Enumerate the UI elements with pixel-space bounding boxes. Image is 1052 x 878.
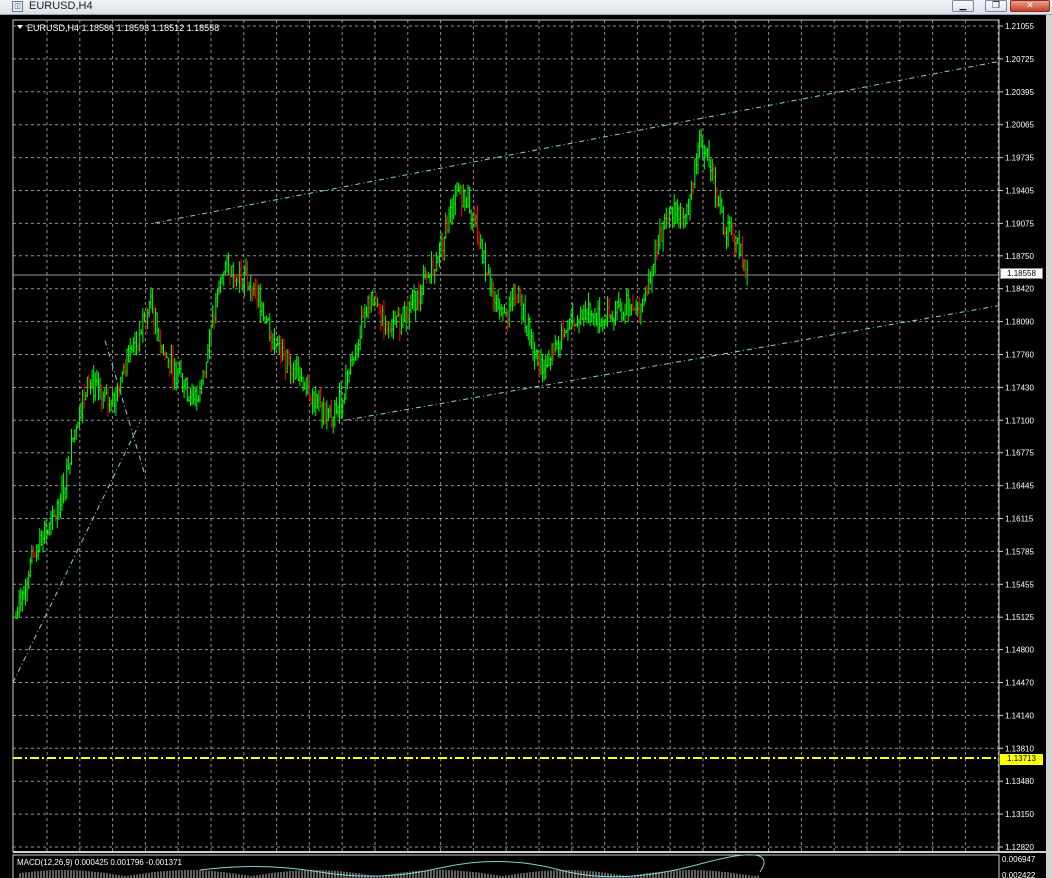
macd-axis-bottom-label: 0.002422 bbox=[1002, 871, 1036, 878]
window-scrollbar[interactable] bbox=[1046, 15, 1052, 878]
price-axis-label: 1.13480 bbox=[1005, 777, 1034, 786]
chart-window[interactable]: ◫ EURUSD,H4 ▁ ❐ ✕ 1.21055 1.20725 1.20395 1… bbox=[0, 0, 1052, 878]
price-axis-label: 1.14800 bbox=[1005, 646, 1034, 655]
price-axis-label: 1.18090 bbox=[1005, 318, 1034, 327]
level-price-tag: 1.13713 bbox=[1000, 754, 1043, 765]
price-axis-label: 1.19075 bbox=[1005, 219, 1034, 228]
price-axis-label: 1.17760 bbox=[1005, 350, 1034, 359]
maximize-button[interactable]: ❐ bbox=[985, 0, 1007, 12]
chart-window-icon: ◫ bbox=[12, 1, 23, 12]
price-axis-label: 1.14470 bbox=[1005, 679, 1034, 688]
price-axis-label: 1.20065 bbox=[1005, 121, 1034, 130]
symbol-ohlc-text: EURUSD,H4 1.18586 1.18593 1.18512 1.1855… bbox=[27, 23, 220, 33]
price-axis-label: 1.15125 bbox=[1005, 613, 1034, 622]
price-axis-label: 1.16775 bbox=[1005, 449, 1034, 458]
price-axis-label: 1.16445 bbox=[1005, 482, 1034, 491]
price-axis-label: 1.19735 bbox=[1005, 154, 1034, 163]
price-axis-label: 1.18420 bbox=[1005, 285, 1034, 294]
collapse-triangle-icon[interactable] bbox=[17, 25, 23, 29]
close-button[interactable]: ✕ bbox=[1010, 0, 1050, 12]
price-axis-label: 1.20725 bbox=[1005, 55, 1034, 64]
window-title: EURUSD,H4 bbox=[29, 0, 93, 12]
price-axis-label: 1.20395 bbox=[1005, 88, 1034, 97]
price-axis-label: 1.17100 bbox=[1005, 416, 1034, 425]
symbol-info: EURUSD,H4 1.18586 1.18593 1.18512 1.1855… bbox=[17, 23, 219, 35]
price-axis-label: 1.18750 bbox=[1005, 252, 1034, 261]
macd-axis-top-label: 0.006947 bbox=[1002, 855, 1036, 864]
price-axis-label: 1.16115 bbox=[1005, 515, 1034, 524]
channel-upper-trendline bbox=[154, 60, 1000, 224]
price-axis-label: 1.17430 bbox=[1005, 383, 1034, 392]
macd-indicator-label: MACD(12,26,9) 0.000425 0.001796 -0.00137… bbox=[17, 858, 183, 867]
price-axis-label: 1.12820 bbox=[1005, 843, 1034, 852]
price-axis-label: 1.15785 bbox=[1005, 547, 1034, 556]
price-axis-label: 1.19405 bbox=[1005, 186, 1034, 195]
price-axis-label: 1.15455 bbox=[1005, 580, 1034, 589]
price-axis-label: 1.14140 bbox=[1005, 711, 1034, 720]
channel-lower-trendline bbox=[344, 305, 1000, 421]
price-axis-label: 1.13150 bbox=[1005, 810, 1034, 819]
price-axis-label: 1.13810 bbox=[1005, 744, 1034, 753]
current-price-tag: 1.18558 bbox=[1000, 268, 1043, 279]
price-chart[interactable]: 1.21055 1.20725 1.20395 1.20065 1.19735 1.194… bbox=[0, 15, 1046, 878]
title-bar[interactable]: ◫ EURUSD,H4 ▁ ❐ ✕ bbox=[0, 0, 1052, 15]
minimize-button[interactable]: ▁ bbox=[952, 0, 974, 12]
price-axis-label: 1.21055 bbox=[1005, 22, 1034, 31]
